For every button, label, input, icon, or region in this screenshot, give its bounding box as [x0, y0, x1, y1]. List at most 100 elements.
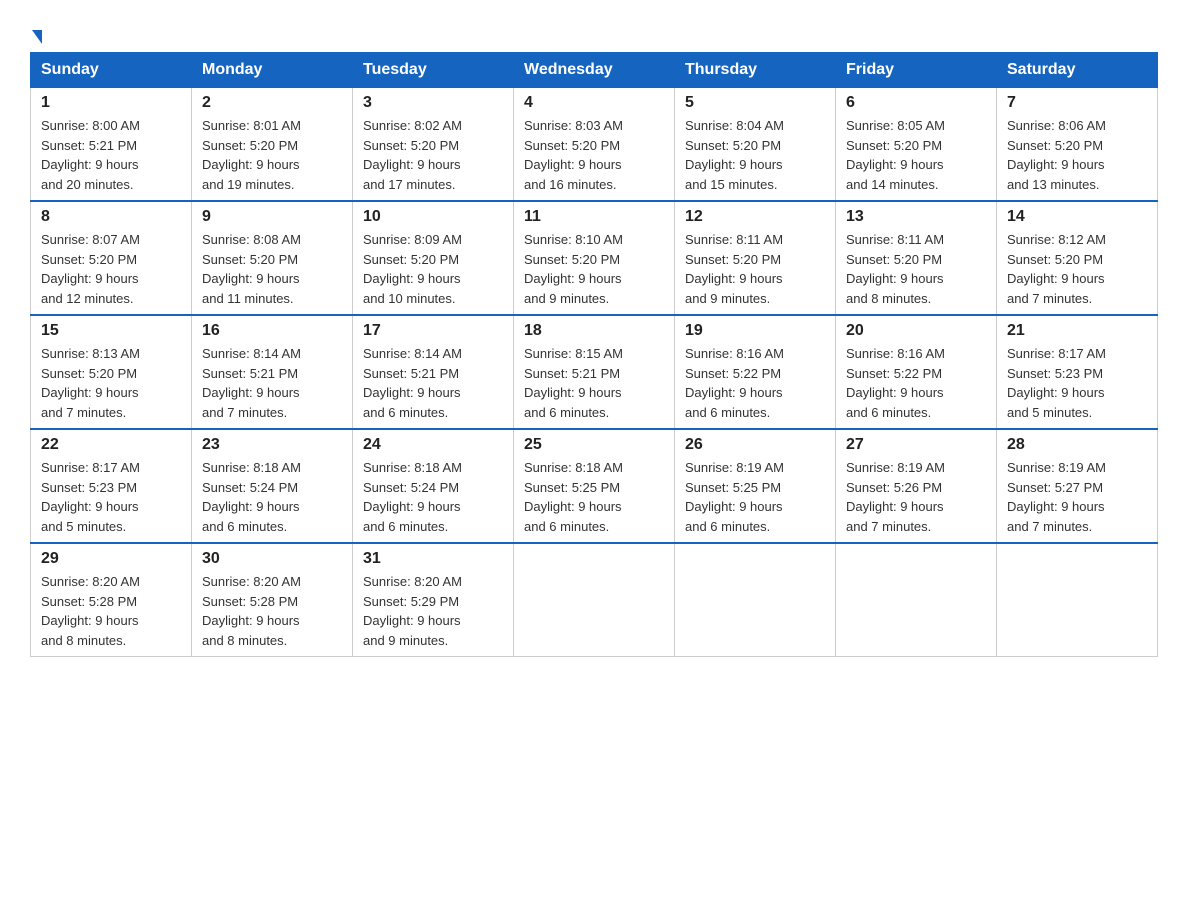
weekday-header-friday: Friday [836, 53, 997, 88]
day-number: 30 [202, 550, 342, 568]
calendar-cell: 31 Sunrise: 8:20 AMSunset: 5:29 PMDayligh… [353, 543, 514, 657]
day-info: Sunrise: 8:19 AMSunset: 5:26 PMDaylight:… [846, 458, 986, 536]
day-info: Sunrise: 8:07 AMSunset: 5:20 PMDaylight:… [41, 230, 181, 308]
calendar-cell: 6 Sunrise: 8:05 AMSunset: 5:20 PMDaylight… [836, 88, 997, 202]
day-number: 31 [363, 550, 503, 568]
calendar-cell [514, 543, 675, 657]
weekday-header-saturday: Saturday [997, 53, 1158, 88]
day-number: 3 [363, 94, 503, 112]
calendar-cell: 2Sunrise: 8:01 AMSunset: 5:20 PMDaylight… [192, 88, 353, 202]
day-number: 8 [41, 208, 181, 226]
calendar-week-2: 8 Sunrise: 8:07 AMSunset: 5:20 PMDaylight… [31, 201, 1158, 315]
day-info: Sunrise: 8:18 AMSunset: 5:24 PMDaylight:… [363, 458, 503, 536]
calendar-cell: 7 Sunrise: 8:06 AMSunset: 5:20 PMDaylight… [997, 88, 1158, 202]
calendar-cell: 19Sunrise: 8:16 AMSunset: 5:22 PMDayligh… [675, 315, 836, 429]
calendar-cell: 27 Sunrise: 8:19 AMSunset: 5:26 PMDayligh… [836, 429, 997, 543]
day-info: Sunrise: 8:17 AMSunset: 5:23 PMDaylight:… [41, 458, 181, 536]
day-number: 22 [41, 436, 181, 454]
day-number: 21 [1007, 322, 1147, 340]
logo-triangle-icon [32, 30, 42, 44]
day-info: Sunrise: 8:15 AMSunset: 5:21 PMDaylight:… [524, 344, 664, 422]
day-number: 27 [846, 436, 986, 454]
weekday-header-sunday: Sunday [31, 53, 192, 88]
day-info: Sunrise: 8:17 AMSunset: 5:23 PMDaylight:… [1007, 344, 1147, 422]
day-info: Sunrise: 8:02 AMSunset: 5:20 PMDaylight:… [363, 116, 503, 194]
day-number: 26 [685, 436, 825, 454]
calendar-cell [675, 543, 836, 657]
calendar-cell: 17 Sunrise: 8:14 AMSunset: 5:21 PMDayligh… [353, 315, 514, 429]
day-info: Sunrise: 8:16 AMSunset: 5:22 PMDaylight:… [685, 344, 825, 422]
calendar-cell: 28Sunrise: 8:19 AMSunset: 5:27 PMDayligh… [997, 429, 1158, 543]
day-number: 24 [363, 436, 503, 454]
day-number: 16 [202, 322, 342, 340]
day-number: 1 [41, 94, 181, 112]
calendar-cell: 25 Sunrise: 8:18 AMSunset: 5:25 PMDayligh… [514, 429, 675, 543]
day-info: Sunrise: 8:09 AMSunset: 5:20 PMDaylight:… [363, 230, 503, 308]
calendar-cell: 30 Sunrise: 8:20 AMSunset: 5:28 PMDayligh… [192, 543, 353, 657]
calendar-cell: 8 Sunrise: 8:07 AMSunset: 5:20 PMDaylight… [31, 201, 192, 315]
day-info: Sunrise: 8:19 AMSunset: 5:27 PMDaylight:… [1007, 458, 1147, 536]
day-number: 9 [202, 208, 342, 226]
day-info: Sunrise: 8:11 AMSunset: 5:20 PMDaylight:… [685, 230, 825, 308]
day-number: 5 [685, 94, 825, 112]
weekday-header-row: SundayMondayTuesdayWednesdayThursdayFrid… [31, 53, 1158, 88]
day-number: 15 [41, 322, 181, 340]
day-number: 29 [41, 550, 181, 568]
day-number: 6 [846, 94, 986, 112]
day-info: Sunrise: 8:11 AMSunset: 5:20 PMDaylight:… [846, 230, 986, 308]
weekday-header-monday: Monday [192, 53, 353, 88]
day-info: Sunrise: 8:04 AMSunset: 5:20 PMDaylight:… [685, 116, 825, 194]
day-info: Sunrise: 8:14 AMSunset: 5:21 PMDaylight:… [363, 344, 503, 422]
calendar-cell: 18 Sunrise: 8:15 AMSunset: 5:21 PMDayligh… [514, 315, 675, 429]
day-number: 14 [1007, 208, 1147, 226]
day-number: 23 [202, 436, 342, 454]
calendar-cell [836, 543, 997, 657]
calendar-week-3: 15 Sunrise: 8:13 AMSunset: 5:20 PMDayligh… [31, 315, 1158, 429]
calendar-cell: 3 Sunrise: 8:02 AMSunset: 5:20 PMDaylight… [353, 88, 514, 202]
day-info: Sunrise: 8:06 AMSunset: 5:20 PMDaylight:… [1007, 116, 1147, 194]
day-number: 25 [524, 436, 664, 454]
calendar-cell: 20 Sunrise: 8:16 AMSunset: 5:22 PMDayligh… [836, 315, 997, 429]
weekday-header-thursday: Thursday [675, 53, 836, 88]
calendar-cell: 21 Sunrise: 8:17 AMSunset: 5:23 PMDayligh… [997, 315, 1158, 429]
calendar-cell: 9 Sunrise: 8:08 AMSunset: 5:20 PMDaylight… [192, 201, 353, 315]
weekday-header-tuesday: Tuesday [353, 53, 514, 88]
day-info: Sunrise: 8:00 AMSunset: 5:21 PMDaylight:… [41, 116, 181, 194]
day-info: Sunrise: 8:03 AMSunset: 5:20 PMDaylight:… [524, 116, 664, 194]
day-number: 13 [846, 208, 986, 226]
day-number: 11 [524, 208, 664, 226]
day-number: 20 [846, 322, 986, 340]
calendar-cell: 4 Sunrise: 8:03 AMSunset: 5:20 PMDaylight… [514, 88, 675, 202]
calendar-cell [997, 543, 1158, 657]
calendar-week-1: 1 Sunrise: 8:00 AMSunset: 5:21 PMDaylight… [31, 88, 1158, 202]
calendar-cell: 11 Sunrise: 8:10 AMSunset: 5:20 PMDayligh… [514, 201, 675, 315]
calendar-cell: 24 Sunrise: 8:18 AMSunset: 5:24 PMDayligh… [353, 429, 514, 543]
day-number: 7 [1007, 94, 1147, 112]
calendar-cell: 5 Sunrise: 8:04 AMSunset: 5:20 PMDaylight… [675, 88, 836, 202]
calendar-cell: 12 Sunrise: 8:11 AMSunset: 5:20 PMDayligh… [675, 201, 836, 315]
day-info: Sunrise: 8:12 AMSunset: 5:20 PMDaylight:… [1007, 230, 1147, 308]
day-number: 12 [685, 208, 825, 226]
day-info: Sunrise: 8:18 AMSunset: 5:25 PMDaylight:… [524, 458, 664, 536]
calendar-cell: 26Sunrise: 8:19 AMSunset: 5:25 PMDayligh… [675, 429, 836, 543]
calendar-cell: 29Sunrise: 8:20 AMSunset: 5:28 PMDayligh… [31, 543, 192, 657]
day-number: 18 [524, 322, 664, 340]
day-number: 10 [363, 208, 503, 226]
day-number: 17 [363, 322, 503, 340]
calendar-table: SundayMondayTuesdayWednesdayThursdayFrid… [30, 52, 1158, 657]
day-number: 4 [524, 94, 664, 112]
day-info: Sunrise: 8:13 AMSunset: 5:20 PMDaylight:… [41, 344, 181, 422]
day-info: Sunrise: 8:08 AMSunset: 5:20 PMDaylight:… [202, 230, 342, 308]
page-header [30, 20, 1158, 42]
day-info: Sunrise: 8:20 AMSunset: 5:29 PMDaylight:… [363, 572, 503, 650]
calendar-cell: 1 Sunrise: 8:00 AMSunset: 5:21 PMDaylight… [31, 88, 192, 202]
calendar-cell: 22 Sunrise: 8:17 AMSunset: 5:23 PMDayligh… [31, 429, 192, 543]
day-info: Sunrise: 8:05 AMSunset: 5:20 PMDaylight:… [846, 116, 986, 194]
weekday-header-wednesday: Wednesday [514, 53, 675, 88]
calendar-cell: 23Sunrise: 8:18 AMSunset: 5:24 PMDayligh… [192, 429, 353, 543]
day-info: Sunrise: 8:10 AMSunset: 5:20 PMDaylight:… [524, 230, 664, 308]
day-info: Sunrise: 8:20 AMSunset: 5:28 PMDaylight:… [202, 572, 342, 650]
calendar-cell: 10 Sunrise: 8:09 AMSunset: 5:20 PMDayligh… [353, 201, 514, 315]
day-info: Sunrise: 8:14 AMSunset: 5:21 PMDaylight:… [202, 344, 342, 422]
day-info: Sunrise: 8:16 AMSunset: 5:22 PMDaylight:… [846, 344, 986, 422]
